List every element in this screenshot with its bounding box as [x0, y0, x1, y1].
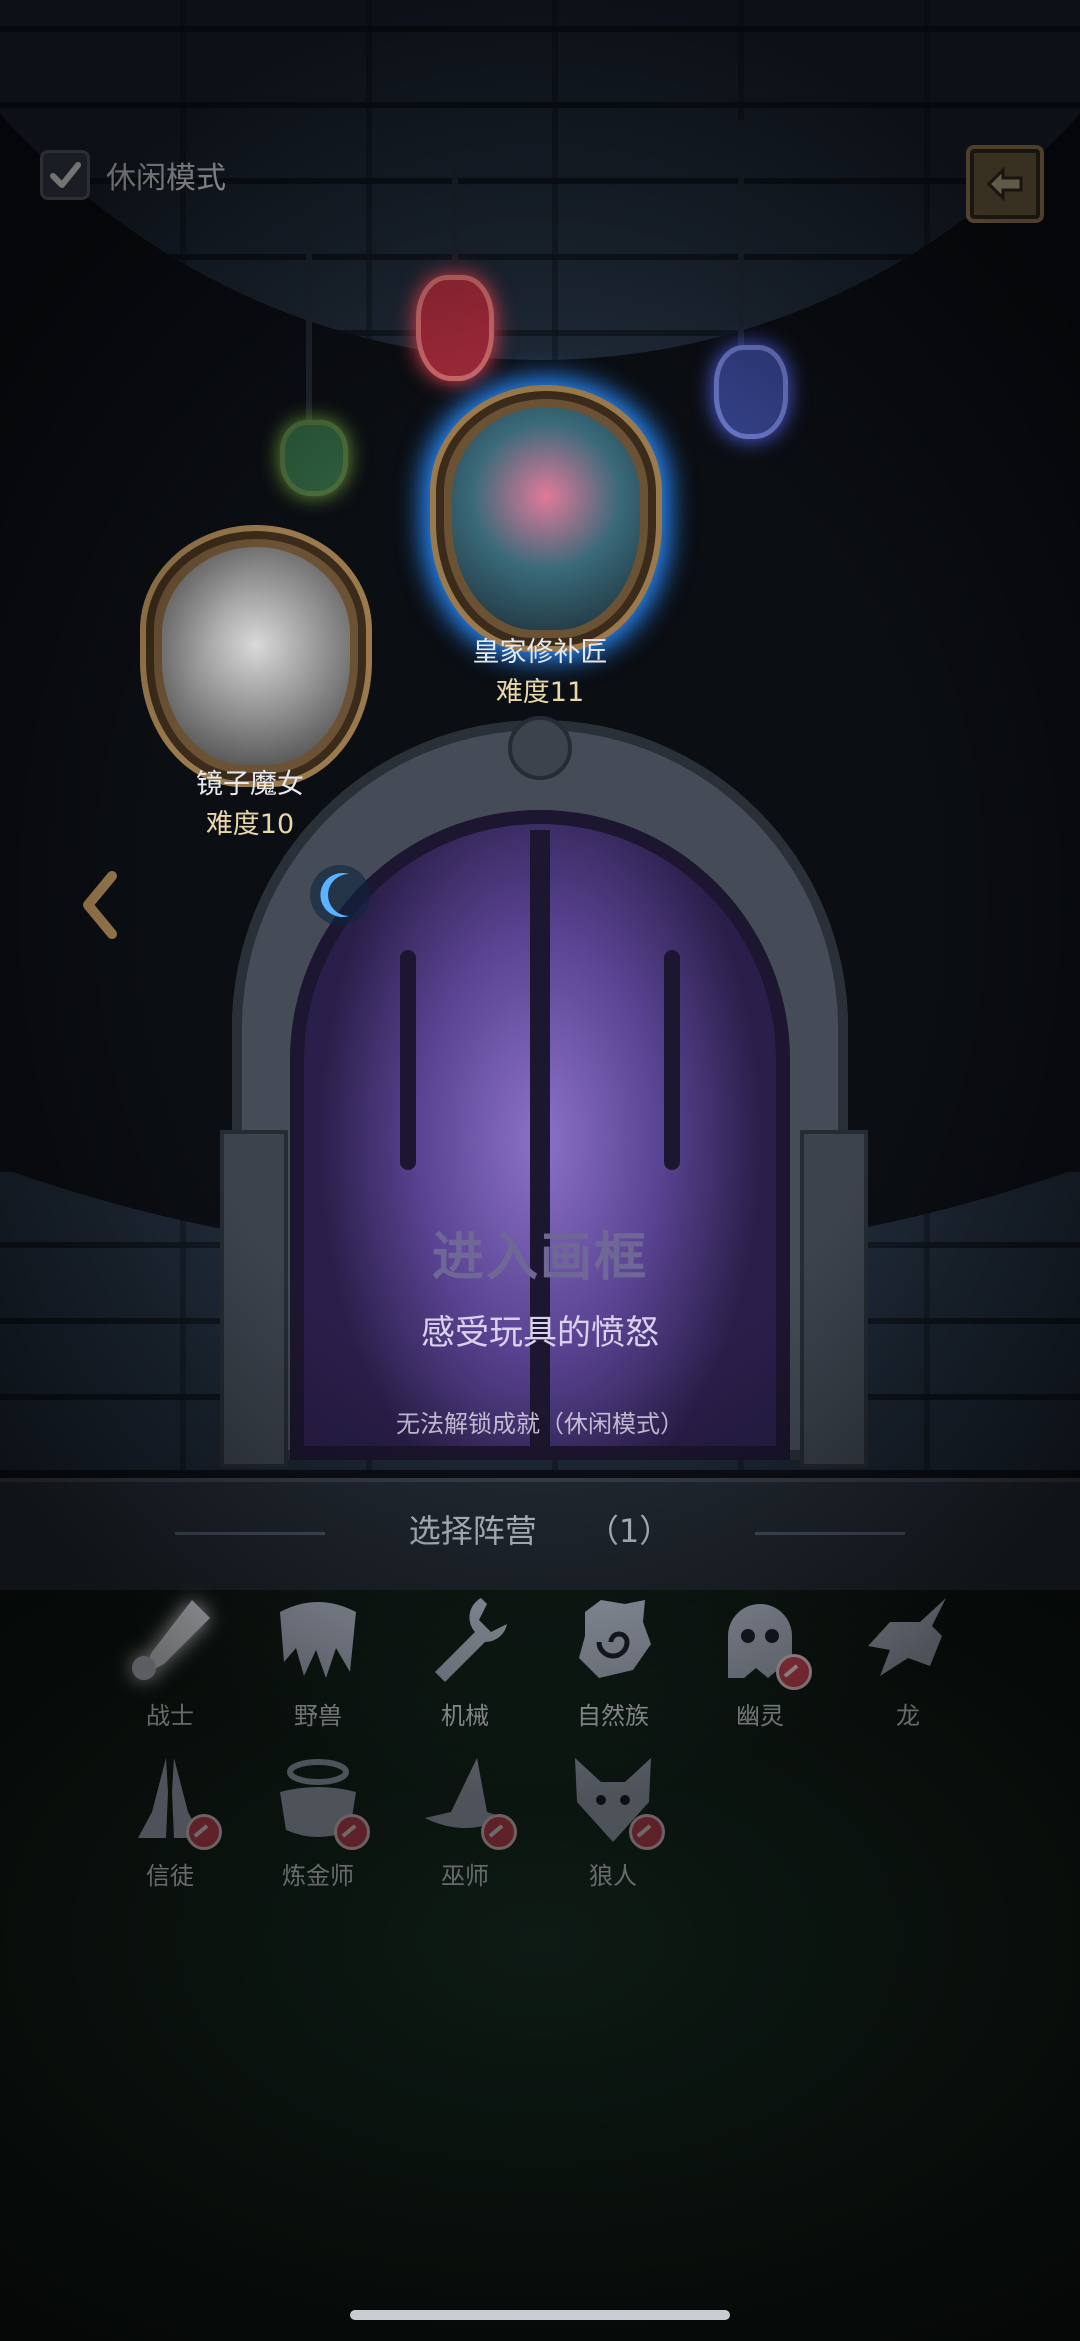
portrait-mirror-witch[interactable]	[140, 525, 372, 787]
rope	[738, 120, 744, 345]
faction-label: 机械	[441, 1702, 489, 1730]
faction-label: 幽灵	[736, 1702, 784, 1730]
portrait-name: 皇家修补匠	[472, 637, 608, 668]
faction-label: 自然族	[577, 1702, 649, 1730]
casual-mode-toggle[interactable]: 休闲模式	[40, 150, 226, 200]
faction-werewolf[interactable]: 狼人	[553, 1752, 673, 1891]
faction-label: 野兽	[294, 1702, 342, 1730]
door-center-line	[530, 830, 550, 1460]
door-subtitle: 感受玩具的愤怒	[421, 1313, 659, 1353]
checkmark-icon	[50, 162, 81, 188]
previous-arrow-icon[interactable]	[78, 870, 122, 940]
faction-warrior[interactable]: 战士	[110, 1592, 230, 1731]
faction-believer[interactable]: 信徒	[110, 1752, 230, 1891]
door-ornament	[664, 950, 680, 1170]
sword-icon	[132, 1600, 210, 1680]
faction-ghost[interactable]: 幽灵	[700, 1592, 820, 1731]
mirror-witch-image	[162, 547, 350, 765]
faction-header-title: 选择阵营	[408, 1512, 537, 1550]
locked-badge-icon	[334, 1814, 370, 1850]
locked-badge-icon	[776, 1654, 812, 1690]
back-arrow-icon	[986, 166, 1023, 202]
rope	[452, 150, 458, 280]
casual-mode-label: 休闲模式	[106, 161, 226, 196]
moon-toggle-icon[interactable]	[305, 860, 375, 930]
achievement-note: 无法解锁成就（休闲模式）	[396, 1410, 684, 1438]
faction-alchemist[interactable]: 炼金师	[258, 1752, 378, 1891]
blue-bottle-icon	[714, 345, 788, 439]
portrait-difficulty: 难度11	[495, 677, 585, 708]
faction-mech[interactable]: 机械	[405, 1592, 525, 1731]
portrait-royal-tinker[interactable]	[430, 385, 662, 652]
locked-badge-icon	[629, 1814, 665, 1850]
faction-label: 龙	[896, 1702, 920, 1730]
home-indicator[interactable]	[350, 2310, 730, 2320]
wrench-icon	[435, 1598, 507, 1682]
faction-label: 战士	[146, 1702, 194, 1730]
enter-frame-title[interactable]: 进入画框	[290, 1215, 790, 1290]
back-button[interactable]	[966, 145, 1044, 223]
faction-selected-count: （1）	[586, 1512, 672, 1550]
red-bottle-icon	[416, 275, 494, 381]
casual-mode-checkbox[interactable]	[40, 150, 90, 200]
royal-tinker-image	[452, 407, 640, 630]
faction-label: 巫师	[441, 1862, 489, 1890]
moon-emblem-icon	[508, 716, 572, 780]
spiral-beast-icon	[579, 1600, 651, 1678]
rope	[306, 190, 312, 430]
left-pillar	[220, 1130, 288, 1468]
faction-beast[interactable]: 野兽	[258, 1592, 378, 1731]
door-ornament	[400, 950, 416, 1170]
right-pillar	[800, 1130, 868, 1468]
faction-label: 炼金师	[282, 1862, 354, 1890]
faction-dragon[interactable]: 龙	[848, 1592, 968, 1731]
green-bottle-icon	[280, 420, 348, 496]
faction-label: 狼人	[589, 1862, 637, 1890]
faction-nature[interactable]: 自然族	[553, 1592, 673, 1731]
claw-icon	[280, 1602, 356, 1678]
faction-wizard[interactable]: 巫师	[405, 1752, 525, 1891]
locked-badge-icon	[186, 1814, 222, 1850]
faction-header: 选择阵营 （1）	[0, 1506, 1080, 1552]
dragon-icon	[868, 1598, 946, 1676]
locked-badge-icon	[481, 1814, 517, 1850]
faction-label: 信徒	[146, 1862, 194, 1890]
